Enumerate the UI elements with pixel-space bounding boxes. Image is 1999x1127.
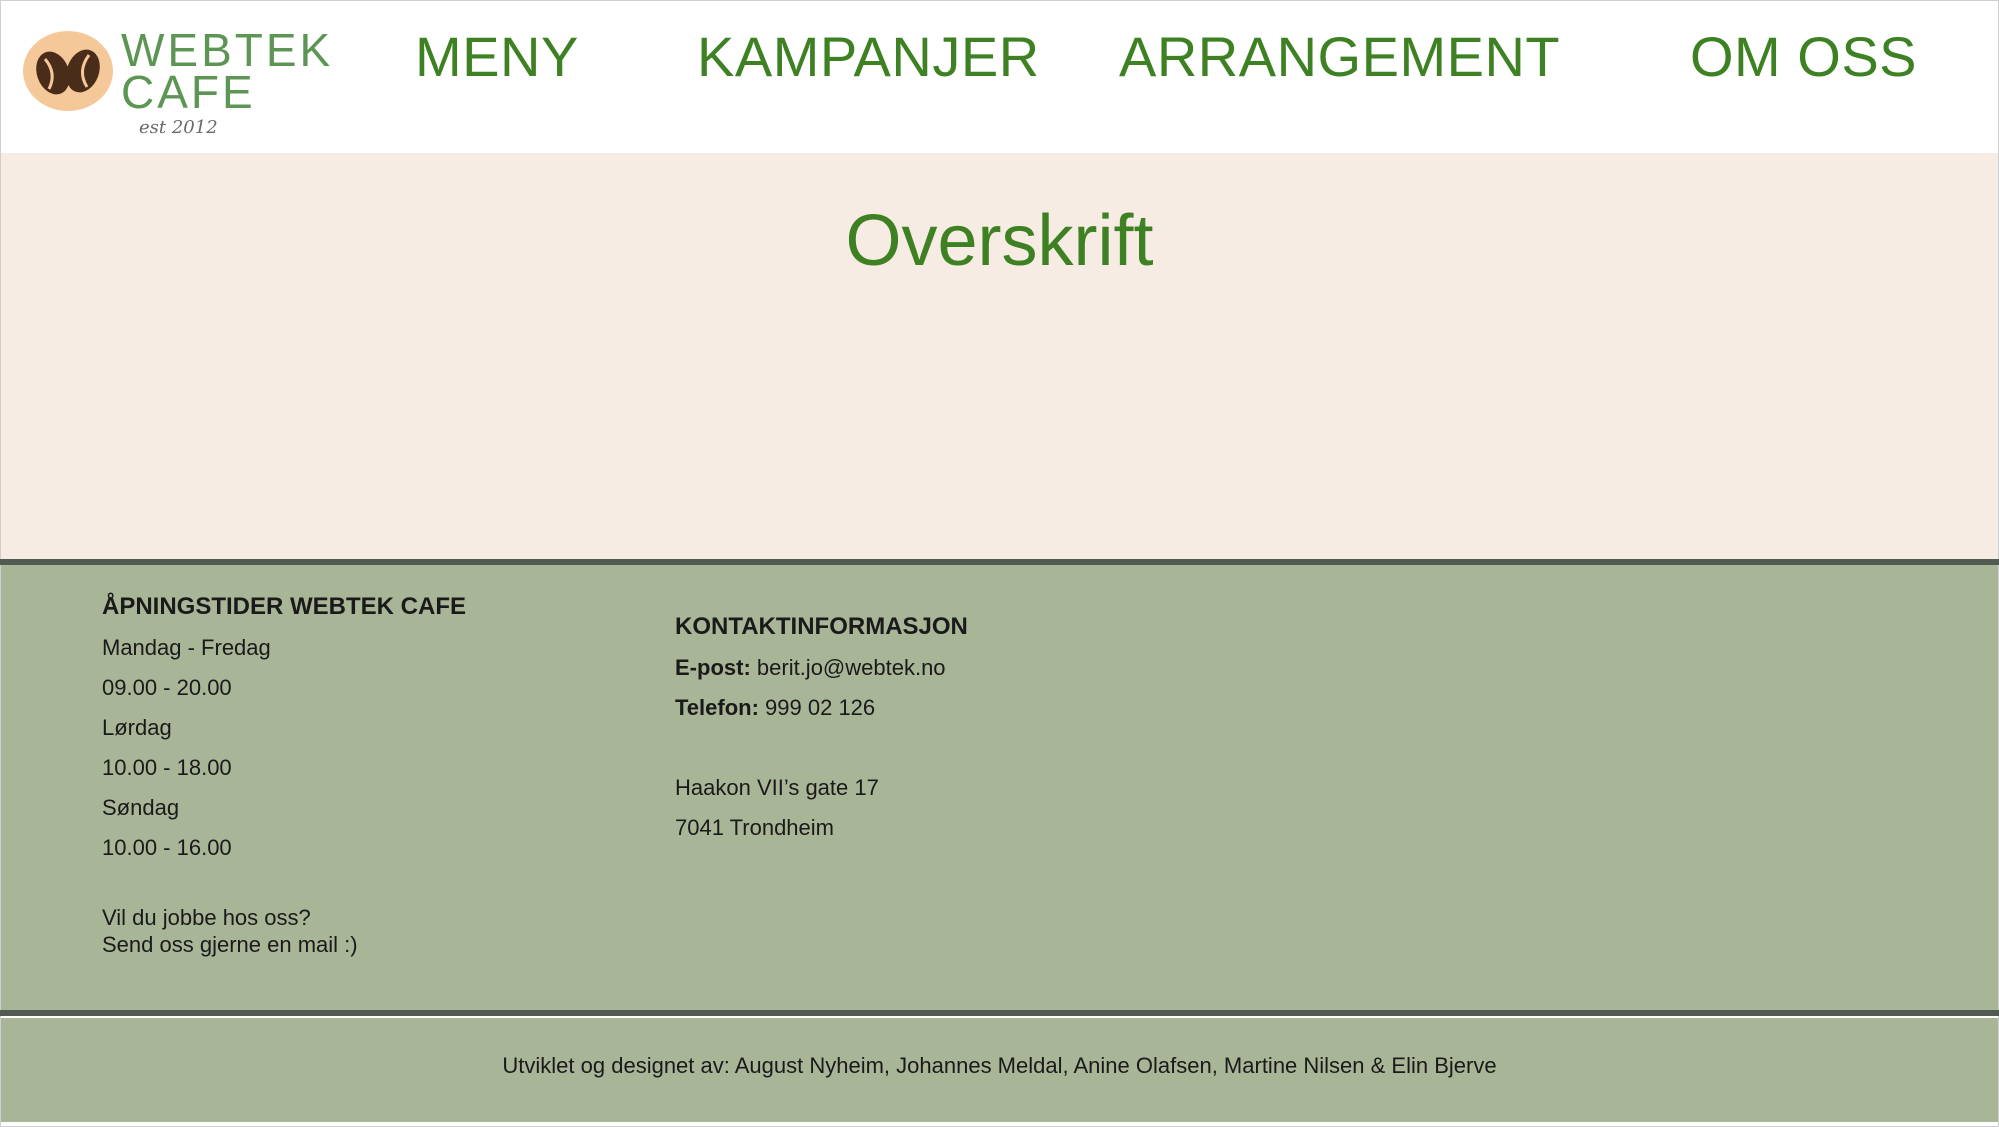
- hours-saturday-label: Lørdag: [102, 715, 172, 740]
- email-label: E-post:: [675, 655, 751, 680]
- phone-label: Telefon:: [675, 695, 759, 720]
- page-title: Overskrift: [845, 201, 1154, 281]
- footer-credits: Utviklet og designet av: August Nyheim, …: [1, 1018, 1998, 1122]
- address-street: Haakon VII’s gate 17: [675, 775, 879, 800]
- divider-bottom: [0, 1010, 1999, 1016]
- hours-weekday-time: 09.00 - 20.00: [102, 675, 232, 700]
- footer-info: ÅPNINGSTIDER WEBTEK CAFE Mandag - Fredag…: [1, 565, 1998, 1010]
- hours-saturday-time: 10.00 - 18.00: [102, 755, 232, 780]
- nav-item-om-oss[interactable]: OM OSS: [1690, 29, 1917, 85]
- jobs-invite: Send oss gjerne en mail :): [102, 932, 358, 957]
- hours-sunday-label: Søndag: [102, 795, 180, 820]
- nav-item-arrangement[interactable]: ARRANGEMENT: [1119, 29, 1560, 85]
- site-logo[interactable]: WEBTEK CAFE est 2012: [19, 25, 349, 145]
- hero-section: Overskrift: [1, 153, 1998, 559]
- hours-sunday-time: 10.00 - 16.00: [102, 835, 232, 860]
- email-link[interactable]: berit.jo@webtek.no: [757, 655, 946, 680]
- hours-weekday-label: Mandag - Fredag: [102, 635, 271, 660]
- address-city: 7041 Trondheim: [675, 815, 834, 840]
- coffee-beans-icon: [23, 31, 113, 111]
- credits-text: Utviklet og designet av: August Nyheim, …: [502, 1053, 1497, 1078]
- jobs-question: Vil du jobbe hos oss?: [102, 905, 311, 930]
- site-header: WEBTEK CAFE est 2012 MENY KAMPANJER ARRA…: [1, 1, 1998, 153]
- opening-hours-title: ÅPNINGSTIDER WEBTEK CAFE: [102, 593, 467, 620]
- contact-email: E-post: berit.jo@webtek.no: [675, 657, 946, 679]
- nav-item-meny[interactable]: MENY: [415, 29, 579, 85]
- contact-title: KONTAKTINFORMASJON: [675, 613, 968, 640]
- logo-text-cafe: CAFE: [121, 66, 256, 118]
- contact-phone: Telefon: 999 02 126: [675, 697, 875, 719]
- phone-link[interactable]: 999 02 126: [765, 695, 875, 720]
- logo-established: est 2012: [139, 117, 218, 138]
- nav-item-kampanjer[interactable]: KAMPANJER: [697, 29, 1040, 85]
